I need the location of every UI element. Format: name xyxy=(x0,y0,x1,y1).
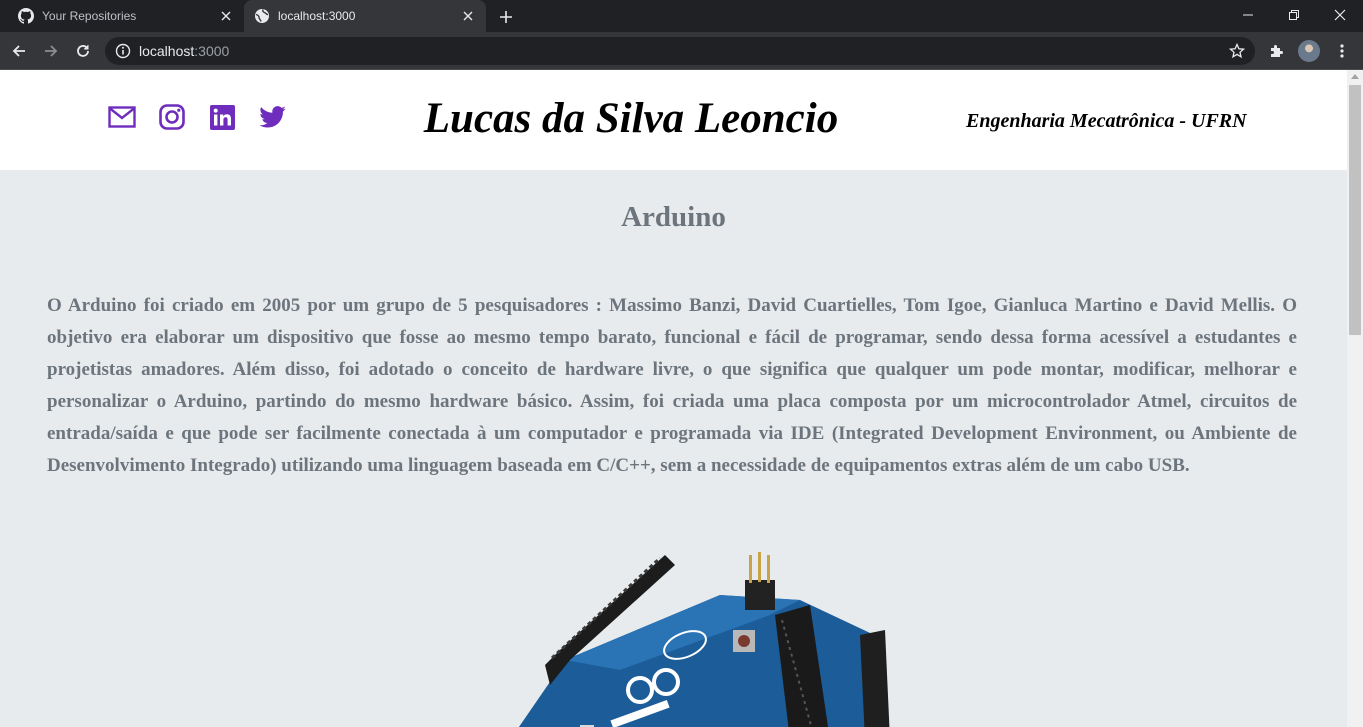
address-port: :3000 xyxy=(194,43,230,59)
puzzle-icon xyxy=(1271,45,1283,57)
arrow-left-icon xyxy=(12,45,25,57)
minimize-button[interactable] xyxy=(1225,0,1271,30)
menu-button[interactable] xyxy=(1328,37,1356,65)
address-host: localhost xyxy=(139,43,195,59)
extensions-button[interactable] xyxy=(1262,37,1290,65)
section-title: Arduino xyxy=(621,201,726,233)
browser-toolbar: localhost:3000 xyxy=(0,32,1363,70)
reload-button[interactable] xyxy=(69,37,97,65)
restore-icon xyxy=(1289,10,1299,20)
site-subtitle: Engenharia Mecatrônica - UFRN xyxy=(966,110,1247,132)
arduino-board-image xyxy=(518,552,890,727)
address-bar[interactable]: localhost:3000 xyxy=(105,37,1255,65)
close-window-button[interactable] xyxy=(1317,0,1363,30)
page-scrollbar[interactable] xyxy=(1347,70,1363,727)
plus-icon xyxy=(500,11,512,23)
star-icon[interactable] xyxy=(1229,43,1245,59)
globe-icon xyxy=(254,8,270,24)
site-header: Lucas da Silva Leoncio Engenharia Mecatr… xyxy=(0,70,1347,170)
minimize-icon xyxy=(1243,14,1253,16)
page-viewport: Lucas da Silva Leoncio Engenharia Mecatr… xyxy=(0,70,1347,727)
board-shape xyxy=(518,552,890,727)
tab-title: localhost:3000 xyxy=(278,9,356,23)
more-vertical-icon xyxy=(1340,44,1344,58)
scrollbar-thumb[interactable] xyxy=(1349,85,1361,335)
arduino-description: O Arduino foi criado em 2005 por um grup… xyxy=(47,295,1297,476)
close-icon xyxy=(1334,9,1346,21)
scroll-up-icon[interactable] xyxy=(1351,74,1359,79)
tab-localhost[interactable]: localhost:3000 xyxy=(244,0,486,32)
arrow-right-icon xyxy=(45,45,58,57)
tab-title: Your Repositories xyxy=(42,9,137,23)
forward-button[interactable] xyxy=(37,37,65,65)
github-icon xyxy=(18,8,34,24)
close-icon[interactable] xyxy=(460,8,476,24)
restore-button[interactable] xyxy=(1271,0,1317,30)
tab-your-repositories[interactable]: Your Repositories xyxy=(8,0,244,32)
close-icon[interactable] xyxy=(218,8,234,24)
address-url: localhost:3000 xyxy=(139,43,229,59)
browser-tab-strip: Your Repositories localhost:3000 xyxy=(0,0,1363,32)
info-icon[interactable] xyxy=(115,43,131,59)
reload-icon xyxy=(77,45,89,57)
new-tab-button[interactable] xyxy=(494,6,518,28)
profile-avatar[interactable] xyxy=(1298,40,1320,62)
back-button[interactable] xyxy=(5,37,33,65)
